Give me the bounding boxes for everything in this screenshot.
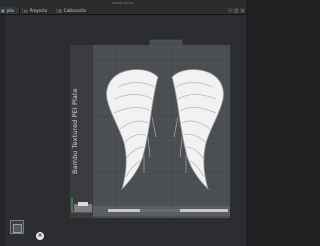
ruler-icon: ▥	[58, 8, 62, 13]
plate-front-stripe-dark	[140, 209, 180, 212]
window-controls: – □ ×	[228, 7, 245, 14]
tab-divider	[22, 8, 23, 13]
plate-type-label: Bambu Textured PEI Plate	[71, 88, 79, 174]
maximize-icon[interactable]: □	[234, 8, 239, 13]
tab-prepare-label: pilo	[6, 8, 14, 13]
plate-handle	[149, 39, 183, 48]
close-icon[interactable]: ×	[240, 8, 245, 13]
tab-project-label: Proyecto	[29, 8, 48, 13]
prepare-icon: ▣	[1, 8, 5, 13]
tab-calibration-label: Calibración	[63, 8, 87, 13]
tab-prepare[interactable]: ▣ pilo	[0, 7, 20, 14]
tab-divider	[56, 8, 57, 13]
tab-calibration[interactable]: ▥ Calibración	[58, 7, 98, 14]
close-icon[interactable]: ×	[36, 232, 44, 240]
tab-project[interactable]: ▤ Proyecto	[24, 7, 54, 14]
minimize-icon[interactable]: –	[228, 8, 233, 13]
navcube-face	[13, 224, 22, 233]
view-navigation-cube[interactable]	[10, 220, 24, 234]
tab-bar: ▣ pilo ▤ Proyecto ▥ Calibración – □ ×	[0, 6, 246, 15]
folder-icon: ▤	[24, 8, 28, 13]
axis-origin-block-top	[78, 202, 88, 206]
build-plate-scene	[70, 39, 230, 218]
